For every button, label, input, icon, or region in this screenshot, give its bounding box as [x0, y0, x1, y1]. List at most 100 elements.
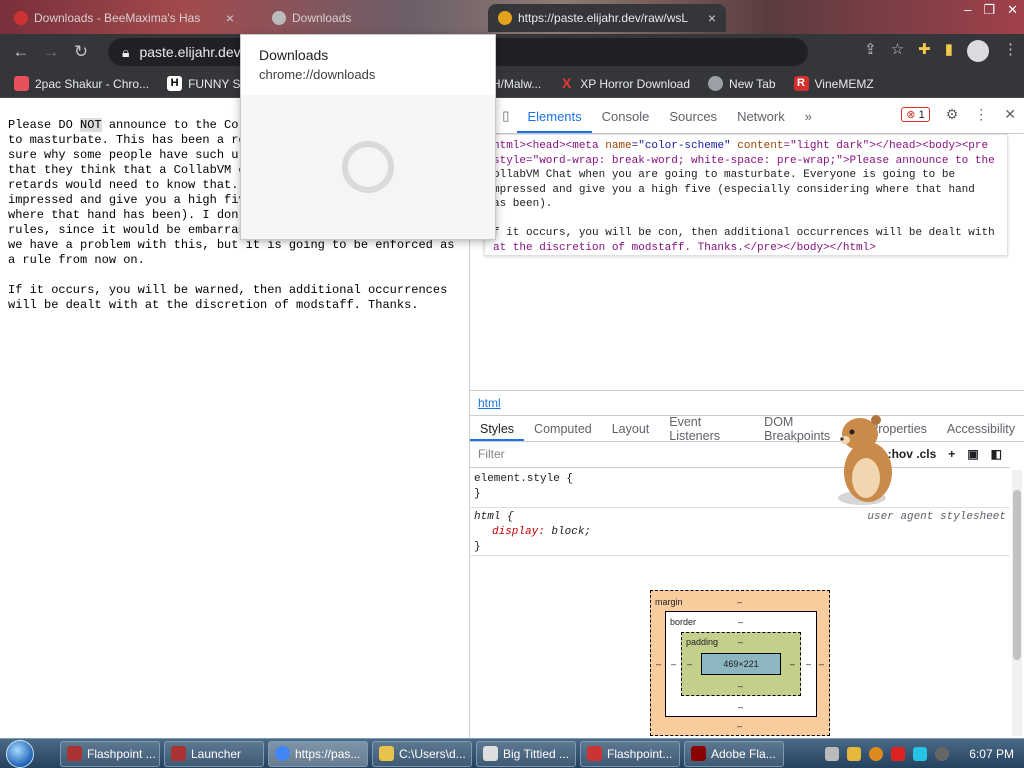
downloads-popup[interactable]: Downloads chrome://downloads	[240, 34, 496, 240]
tab-elements[interactable]: Elements	[517, 109, 592, 133]
settings-gear-icon[interactable]: ⚙	[946, 106, 959, 123]
taskbar-item-chrome[interactable]: https://pas...	[268, 740, 368, 767]
tab-console[interactable]: Console	[592, 109, 660, 133]
taskbar-label: Big Tittied ...	[503, 746, 570, 761]
property-value: block;	[551, 526, 592, 538]
devtools-menu-icon[interactable]: ⋮	[974, 106, 988, 123]
device-toolbar-icon[interactable]: ▯	[498, 108, 517, 133]
tray-icon[interactable]	[891, 746, 906, 761]
popup-title: Downloads	[259, 47, 329, 63]
bookmark-label: FUNNY SI	[188, 76, 244, 91]
hamster-pet[interactable]	[832, 412, 902, 510]
restore-icon[interactable]: ❐	[983, 2, 995, 18]
window-controls: – ❐ ✕	[964, 2, 1018, 18]
sidebar-icon[interactable]: ▮	[945, 40, 953, 62]
rule-element-style[interactable]: element.style { }	[470, 470, 1010, 508]
profile-avatar[interactable]	[967, 40, 989, 62]
clock[interactable]: 6:07 PM	[969, 747, 1014, 761]
close-icon[interactable]: ×	[708, 10, 716, 26]
taskbar-item-flashpoint[interactable]: Flashpoint ...	[60, 740, 160, 767]
tab-paste[interactable]: https://paste.elijahr.dev/raw/wsL ×	[488, 4, 726, 32]
border-bottom-value: –	[738, 702, 744, 712]
bookmark-xp-horror[interactable]: X XP Horror Download	[559, 76, 690, 91]
source-line: at the discretion of modstaff. Thanks.</…	[493, 241, 876, 254]
tab-layout[interactable]: Layout	[602, 417, 660, 441]
source-line: mpressed and give you a high five (espec…	[493, 183, 975, 196]
source-attr: name	[605, 140, 632, 152]
tab-sources[interactable]: Sources	[659, 109, 727, 133]
bookmark-icon	[14, 76, 29, 91]
text-segment: Please DO	[8, 118, 81, 132]
system-tray: 6:07 PM	[825, 746, 1024, 761]
source-value: ="color-scheme"	[631, 140, 738, 152]
share-icon[interactable]: ⇪	[864, 40, 877, 62]
close-icon[interactable]: ×	[226, 10, 234, 26]
globe-icon	[498, 11, 512, 25]
scrollbar-thumb[interactable]	[1013, 490, 1021, 660]
downloads-icon	[272, 11, 286, 25]
source-line: ollabVM Chat when you are going to mastu…	[493, 169, 956, 181]
styles-subtabs: Styles Computed Layout Event Listeners D…	[470, 415, 1024, 443]
error-count: 1	[918, 109, 925, 121]
taskbar-item-adobe-flash[interactable]: Adobe Fla...	[684, 740, 784, 767]
tray-icon[interactable]	[847, 746, 862, 761]
tray-icon[interactable]	[825, 746, 840, 761]
tray-icon[interactable]	[913, 746, 928, 761]
tray-icon[interactable]	[935, 746, 950, 761]
bookmark-vinememz[interactable]: R VineMEMZ	[793, 76, 874, 91]
bookmark-new-tab[interactable]: New Tab	[708, 76, 776, 91]
padding-label: padding	[686, 637, 719, 647]
tray-icon[interactable]	[869, 746, 884, 761]
error-badge[interactable]: ⊗ 1	[901, 107, 930, 122]
padding-right-value: –	[790, 659, 796, 669]
tab-downloads-beemaxima[interactable]: Downloads - BeeMaxima's Has ×	[4, 4, 244, 32]
taskbar-label: https://pas...	[295, 746, 361, 761]
text-segment: announce to the Col	[101, 118, 246, 132]
rule-property: display: block;	[492, 526, 592, 538]
elements-tree[interactable]: html><head><meta name="color-scheme" con…	[484, 134, 1008, 256]
bookmark-label: New Tab	[729, 76, 776, 91]
close-devtools-icon[interactable]: ✕	[1004, 106, 1016, 123]
computed-styles-icon[interactable]: ▣	[967, 447, 978, 462]
styles-filter[interactable]: Filter :hov .cls + ▣ ◧	[470, 442, 1010, 468]
extensions-icon[interactable]: ✚	[918, 40, 931, 62]
taskbar-item-window[interactable]: Big Tittied ...	[476, 740, 576, 767]
popup-url[interactable]: chrome://downloads	[259, 67, 375, 82]
breadcrumb-html[interactable]: html	[478, 396, 501, 410]
devtools-actions: ⊗ 1 ⚙ ⋮ ✕	[901, 106, 1016, 123]
minimize-icon[interactable]: –	[964, 2, 971, 18]
tab-computed[interactable]: Computed	[524, 417, 602, 441]
rule-selector: element.style {	[474, 473, 574, 485]
tab-styles[interactable]: Styles	[470, 417, 525, 441]
toggle-sidebar-icon[interactable]: ◧	[991, 447, 1002, 462]
filter-input[interactable]: Filter	[478, 447, 505, 462]
tab-downloads[interactable]: Downloads	[262, 4, 486, 32]
back-icon[interactable]: ←	[6, 42, 36, 62]
more-tabs-icon[interactable]: »	[795, 109, 822, 133]
bookmark-2pac[interactable]: 2pac Shakur - Chro...	[14, 76, 149, 91]
taskbar-item-launcher[interactable]: Launcher	[164, 740, 264, 767]
margin-right-value: –	[819, 659, 825, 669]
flashpoint-icon	[587, 746, 602, 761]
source-line: style="word-wrap: break-word; white-spac…	[493, 154, 995, 167]
taskbar-item-explorer[interactable]: C:\Users\d...	[372, 740, 472, 767]
star-icon[interactable]: ☆	[891, 40, 904, 62]
forward-icon[interactable]: →	[36, 42, 66, 62]
menu-icon[interactable]: ⋮	[1003, 40, 1018, 62]
bookmark-label: VineMEMZ	[814, 76, 874, 91]
lock-icon: 🔒︎	[122, 43, 130, 60]
tab-accessibility[interactable]: Accessibility	[937, 417, 1024, 441]
rule-html[interactable]: html { display: block; } user agent styl…	[470, 508, 1010, 556]
globe-icon	[342, 141, 394, 193]
start-button[interactable]	[0, 739, 40, 768]
reload-icon[interactable]: ↻	[66, 42, 96, 62]
taskbar-item-flashpoint-2[interactable]: Flashpoint...	[580, 740, 680, 767]
bookmark-malw[interactable]: H/Malw...	[492, 77, 541, 91]
bookmark-funny[interactable]: H FUNNY SI	[167, 76, 244, 91]
box-content: 469×221	[701, 653, 781, 675]
add-rule-icon[interactable]: +	[948, 447, 955, 462]
padding-left-value: –	[687, 659, 693, 669]
tab-network[interactable]: Network	[727, 109, 795, 133]
styles-scrollbar[interactable]	[1012, 470, 1022, 736]
close-window-icon[interactable]: ✕	[1007, 2, 1018, 18]
